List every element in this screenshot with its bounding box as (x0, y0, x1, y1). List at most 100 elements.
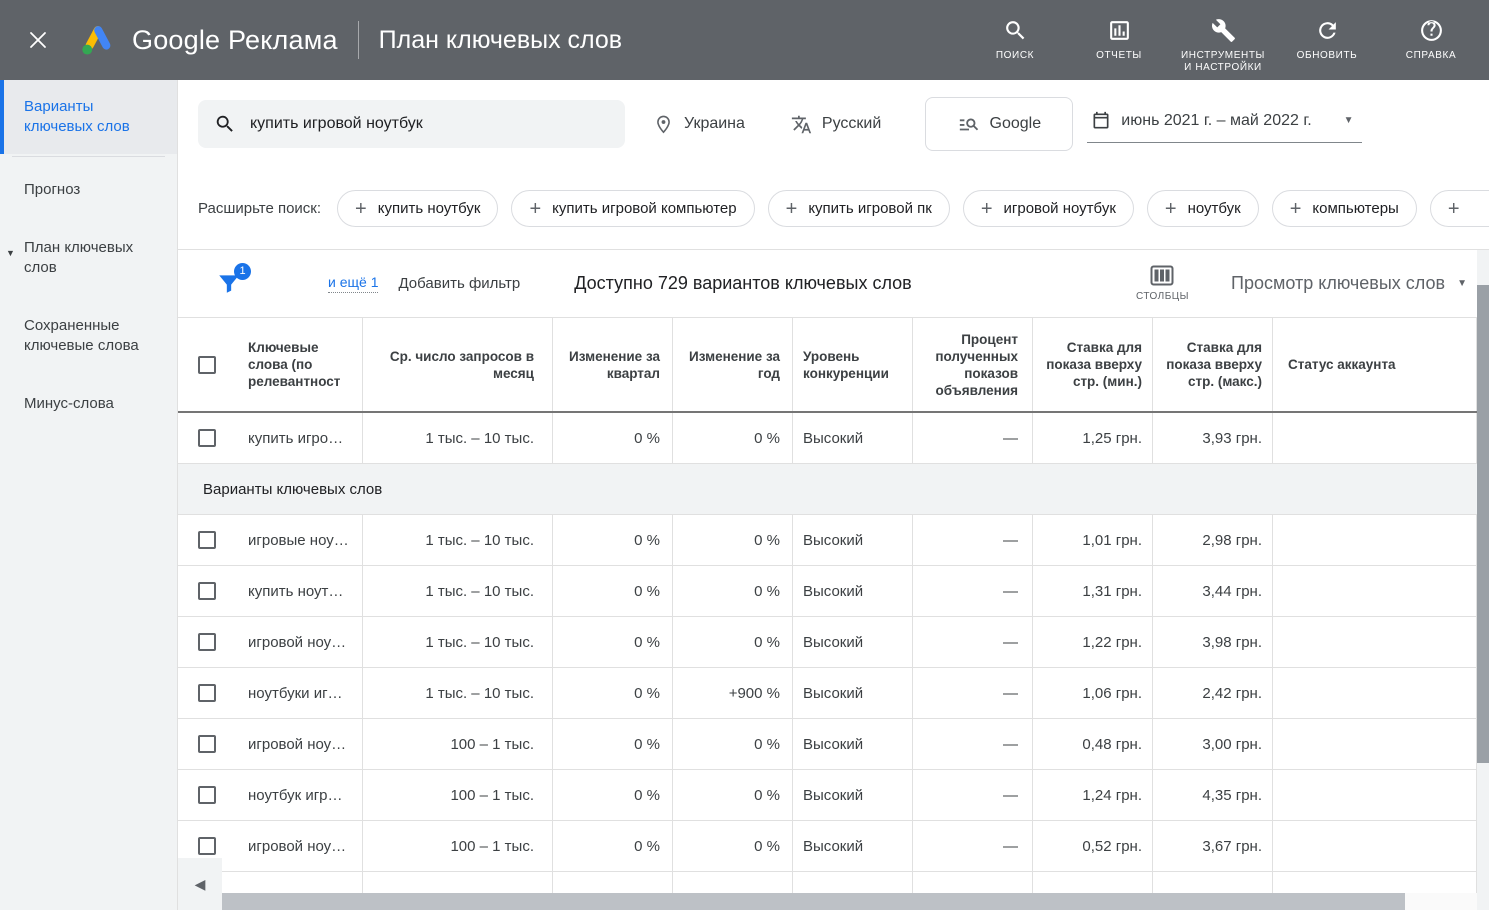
col-header-impression-share[interactable]: Процент полученных показов объявления (913, 318, 1033, 411)
account-status-cell (1273, 566, 1477, 616)
table-row[interactable]: купить игро… 1 тыс. – 10 тыс. 0 % 0 % Вы… (178, 413, 1477, 464)
collapse-panel-button[interactable] (178, 858, 222, 910)
row-checkbox[interactable] (198, 735, 216, 753)
sidebar-item-saved-keywords[interactable]: Сохраненные ключевые слова (0, 301, 177, 371)
col-header-year-change[interactable]: Изменение за год (673, 318, 793, 411)
row-checkbox[interactable] (198, 684, 216, 702)
refresh-action-button[interactable]: ОБНОВИТЬ (1279, 6, 1375, 62)
quarter-change-cell: 0 % (553, 719, 673, 769)
impression-share-cell: — (913, 617, 1033, 667)
table-row[interactable]: игровой ноу… 100 – 1 тыс. 0 % 0 % Высоки… (178, 719, 1477, 770)
horizontal-scrollbar-thumb[interactable] (222, 893, 1405, 910)
horizontal-scrollbar[interactable] (222, 893, 1477, 910)
col-header-quarter-change[interactable]: Изменение за квартал (553, 318, 673, 411)
available-count-text: Доступно 729 вариантов ключевых слов (574, 273, 911, 294)
bid-low-cell: 1,22 грн. (1033, 617, 1153, 667)
col-header-avg-searches[interactable]: Ср. число запросов в месяц (363, 318, 553, 411)
keyword-chip[interactable]: купить игровой компьютер (511, 190, 754, 227)
account-status-cell (1273, 617, 1477, 667)
columns-button[interactable]: СТОЛБЦЫ (1136, 265, 1189, 302)
sidebar: Варианты ключевых слов Прогноз ▼ План кл… (0, 80, 178, 910)
chevron-down-icon: ▼ (1344, 115, 1354, 126)
sidebar-item-forecast[interactable]: Прогноз (0, 165, 177, 215)
date-range-selector[interactable]: июнь 2021 г. – май 2022 г. ▼ (1087, 105, 1361, 143)
keyword-chip[interactable]: компьютеры (1272, 190, 1417, 227)
chevron-down-icon[interactable]: ▼ (6, 243, 15, 263)
select-all-checkbox[interactable] (198, 356, 216, 374)
row-checkbox[interactable] (198, 837, 216, 855)
plus-icon (1290, 199, 1302, 219)
location-pin-icon (653, 114, 674, 135)
row-checkbox[interactable] (198, 582, 216, 600)
volume-cell: 1 тыс. – 10 тыс. (363, 566, 553, 616)
impression-share-cell: — (913, 413, 1033, 463)
filter-button[interactable]: 1 (216, 270, 244, 298)
col-header-keywords[interactable]: Ключевые слова (по релевантност (235, 318, 363, 411)
row-checkbox[interactable] (198, 531, 216, 549)
plus-icon (355, 199, 367, 219)
reports-action-button[interactable]: ОТЧЕТЫ (1071, 6, 1167, 62)
col-header-competition[interactable]: Уровень конкуренции (793, 318, 913, 411)
keyword-chip[interactable]: ноутбук (1147, 190, 1259, 227)
language-selector[interactable]: Русский (791, 114, 881, 135)
table-row[interactable]: игровой ноу… 1 тыс. – 10 тыс. 0 % 0 % Вы… (178, 617, 1477, 668)
table-row[interactable]: ноутбук игр… 100 – 1 тыс. 0 % 0 % Высоки… (178, 770, 1477, 821)
table-row[interactable]: ноутбуки иг… 1 тыс. – 10 тыс. 0 % +900 %… (178, 668, 1477, 719)
network-selector[interactable]: Google (925, 97, 1073, 151)
bid-low-cell: 1,01 грн. (1033, 515, 1153, 565)
help-action-button[interactable]: СПРАВКА (1383, 6, 1479, 62)
account-status-cell (1273, 413, 1477, 463)
vertical-scrollbar-thumb[interactable] (1477, 285, 1489, 763)
sidebar-item-negative-keywords[interactable]: Минус-слова (0, 379, 177, 429)
sidebar-item-keyword-ideas[interactable]: Варианты ключевых слов (0, 80, 177, 154)
competition-cell: Высокий (793, 770, 913, 820)
volume-cell: 1 тыс. – 10 тыс. (363, 668, 553, 718)
row-checkbox[interactable] (198, 786, 216, 804)
plus-icon (529, 199, 541, 219)
close-icon[interactable] (24, 26, 52, 54)
table-row[interactable]: игровой ноу… 100 – 1 тыс. 0 % 0 % Высоки… (178, 821, 1477, 872)
competition-cell: Высокий (793, 719, 913, 769)
view-selector[interactable]: Просмотр ключевых слов ▼ (1231, 273, 1467, 294)
bid-high-cell: 3,44 грн. (1153, 566, 1273, 616)
bid-low-cell: 1,25 грн. (1033, 413, 1153, 463)
table-row[interactable]: купить ноут… 1 тыс. – 10 тыс. 0 % 0 % Вы… (178, 566, 1477, 617)
row-checkbox[interactable] (198, 633, 216, 651)
bid-low-cell: 0,52 грн. (1033, 821, 1153, 871)
topbar-actions: ПОИСК ОТЧЕТЫ ИНСТРУМЕНТЫ И НАСТРОЙКИ ОБН… (967, 6, 1479, 74)
filter-count-badge: 1 (234, 263, 251, 280)
col-header-account-status[interactable]: Статус аккаунта (1273, 318, 1477, 411)
row-checkbox[interactable] (198, 429, 216, 447)
table-row[interactable]: игровые ноу… 1 тыс. – 10 тыс. 0 % 0 % Вы… (178, 515, 1477, 566)
quarter-change-cell: 0 % (553, 566, 673, 616)
keyword-cell: игровой ноу… (235, 719, 363, 769)
keyword-search-input[interactable]: купить игровой ноутбук (198, 100, 625, 148)
impression-share-cell: — (913, 566, 1033, 616)
sidebar-item-keyword-plan[interactable]: ▼ План ключевых слов (0, 223, 177, 293)
chevron-down-icon: ▼ (1457, 278, 1467, 289)
add-filter-button[interactable]: Добавить фильтр (398, 275, 520, 292)
section-header-keyword-ideas: Варианты ключевых слов (178, 464, 1477, 515)
plus-icon (786, 199, 798, 219)
keyword-chips: купить ноутбук купить игровой компьютер … (337, 190, 1489, 227)
translate-icon (791, 114, 812, 135)
keyword-chip[interactable]: игровой ноутбук (963, 190, 1134, 227)
keyword-chip[interactable]: купить ноутбук (337, 190, 498, 227)
refresh-icon (1315, 18, 1340, 43)
vertical-scrollbar[interactable] (1477, 250, 1489, 910)
google-ads-logo-icon (80, 24, 116, 56)
competition-cell: Высокий (793, 821, 913, 871)
location-selector[interactable]: Украина (653, 114, 745, 135)
search-action-button[interactable]: ПОИСК (967, 6, 1063, 62)
tools-settings-action-button[interactable]: ИНСТРУМЕНТЫ И НАСТРОЙКИ (1175, 6, 1271, 74)
col-header-bid-low[interactable]: Ставка для показа вверху стр. (мин.) (1033, 318, 1153, 411)
year-change-cell: 0 % (673, 566, 793, 616)
keyword-chip[interactable] (1430, 190, 1489, 227)
keyword-chip[interactable]: купить игровой пк (768, 190, 950, 227)
volume-cell: 100 – 1 тыс. (363, 719, 553, 769)
brand-title: Google Реклама (132, 25, 338, 56)
more-filters-link[interactable]: и ещё 1 (328, 274, 378, 293)
col-header-bid-high[interactable]: Ставка для показа вверху стр. (макс.) (1153, 318, 1273, 411)
keyword-cell: ноутбук игр… (235, 770, 363, 820)
table-row-partial (178, 872, 1477, 893)
